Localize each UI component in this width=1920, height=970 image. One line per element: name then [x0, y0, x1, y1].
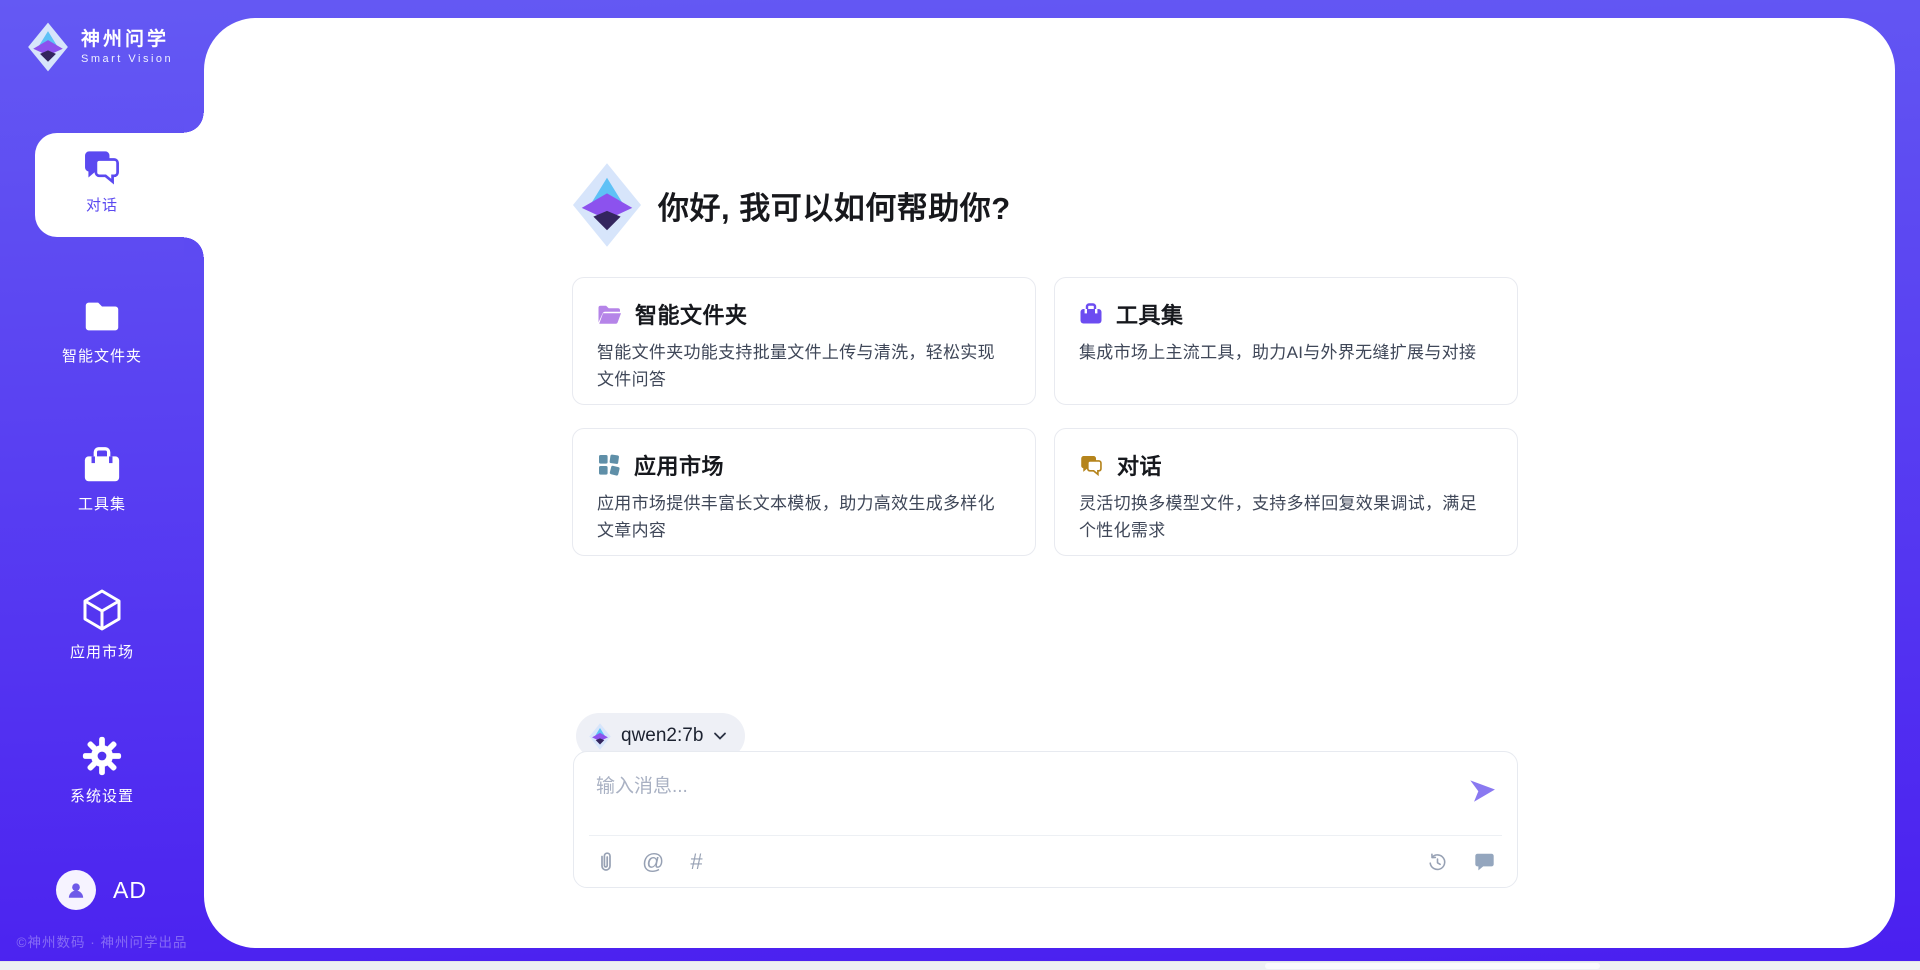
history-icon — [1427, 852, 1448, 873]
folder-icon — [81, 297, 123, 337]
sidebar-item-label: 对话 — [0, 194, 204, 215]
sidebar-item-settings[interactable]: 系统设置 — [0, 735, 204, 806]
greeting-text: 你好, 我可以如何帮助你? — [658, 183, 1011, 228]
card-description: 应用市场提供丰富长文本模板，助力高效生成多样化文章内容 — [597, 490, 999, 544]
card-chat[interactable]: 对话 灵活切换多模型文件，支持多样回复效果调试，满足个性化需求 — [1054, 428, 1518, 556]
card-toolbox[interactable]: 工具集 集成市场上主流工具，助力AI与外界无缝扩展与对接 — [1054, 277, 1518, 405]
sidebar-item-app-market[interactable]: 应用市场 — [0, 587, 204, 662]
paperclip-icon — [596, 851, 616, 873]
model-diamond-icon — [589, 723, 611, 750]
folder-open-icon — [597, 303, 622, 326]
chat-bubbles-icon — [1079, 454, 1104, 477]
card-title: 智能文件夹 — [635, 298, 748, 330]
greeting: 你好, 我可以如何帮助你? — [572, 162, 1011, 248]
tab-fillet-bottom — [184, 237, 204, 257]
card-title: 应用市场 — [634, 449, 724, 481]
history-button[interactable] — [1427, 852, 1448, 873]
user-account[interactable]: AD — [56, 870, 147, 910]
copyright-footer: ©神州数码 · 神州问学出品 — [0, 931, 204, 951]
toolbox-icon — [81, 445, 123, 485]
at-icon: @ — [642, 851, 664, 873]
horizontal-scrollbar[interactable] — [0, 961, 1920, 970]
scrollbar-thumb[interactable] — [1265, 963, 1600, 969]
gear-icon — [81, 735, 123, 777]
cube-icon — [80, 587, 124, 633]
composer-toolbar: @ # — [574, 836, 1517, 888]
sidebar: 神州问学 Smart Vision 对话 智能文件夹 工具集 — [0, 0, 204, 970]
card-description: 智能文件夹功能支持批量文件上传与清洗，轻松实现文件问答 — [597, 339, 999, 393]
hash-icon: # — [690, 851, 702, 873]
sidebar-item-smart-folder[interactable]: 智能文件夹 — [0, 297, 204, 366]
chevron-down-icon — [713, 732, 727, 741]
card-smart-folder[interactable]: 智能文件夹 智能文件夹功能支持批量文件上传与清洗，轻松实现文件问答 — [572, 277, 1036, 405]
card-description: 集成市场上主流工具，助力AI与外界无缝扩展与对接 — [1079, 339, 1481, 366]
avatar — [56, 870, 96, 910]
sidebar-item-label: 应用市场 — [0, 641, 204, 662]
brand-diamond-icon — [26, 22, 70, 72]
mention-button[interactable]: @ — [642, 851, 664, 873]
tab-fillet-top — [184, 113, 204, 133]
card-description: 灵活切换多模型文件，支持多样回复效果调试，满足个性化需求 — [1079, 490, 1481, 544]
send-button[interactable] — [1466, 775, 1496, 805]
main-panel: 你好, 我可以如何帮助你? 智能文件夹 智能文件夹功能支持批量文件上传与清洗，轻… — [204, 18, 1895, 948]
card-title: 对话 — [1117, 449, 1162, 481]
feature-cards: 智能文件夹 智能文件夹功能支持批量文件上传与清洗，轻松实现文件问答 工具集 集成… — [572, 277, 1519, 556]
sidebar-item-label: 系统设置 — [0, 785, 204, 806]
sidebar-item-toolbox[interactable]: 工具集 — [0, 445, 204, 514]
chat-icon — [81, 148, 123, 186]
app-grid-icon — [597, 453, 621, 477]
new-chat-button[interactable] — [1474, 852, 1495, 872]
sidebar-item-label: 工具集 — [0, 493, 204, 514]
message-input[interactable] — [574, 752, 1517, 832]
user-initials: AD — [113, 877, 147, 904]
card-app-market[interactable]: 应用市场 应用市场提供丰富长文本模板，助力高效生成多样化文章内容 — [572, 428, 1036, 556]
card-title: 工具集 — [1116, 298, 1184, 330]
briefcase-icon — [1079, 302, 1103, 326]
chat-bubble-icon — [1474, 852, 1495, 872]
sidebar-item-chat[interactable]: 对话 — [0, 148, 204, 215]
brand-logo: 神州问学 Smart Vision — [26, 22, 173, 72]
sidebar-item-label: 智能文件夹 — [0, 345, 204, 366]
hashtag-button[interactable]: # — [690, 851, 702, 873]
model-name: qwen2:7b — [621, 725, 703, 747]
brand-name: 神州问学 — [81, 29, 173, 52]
message-composer: @ # — [573, 751, 1518, 888]
brand-subtitle: Smart Vision — [81, 53, 173, 65]
attach-file-button[interactable] — [596, 851, 616, 873]
person-icon — [65, 879, 87, 901]
send-icon — [1466, 775, 1496, 805]
assistant-diamond-icon — [572, 162, 642, 248]
